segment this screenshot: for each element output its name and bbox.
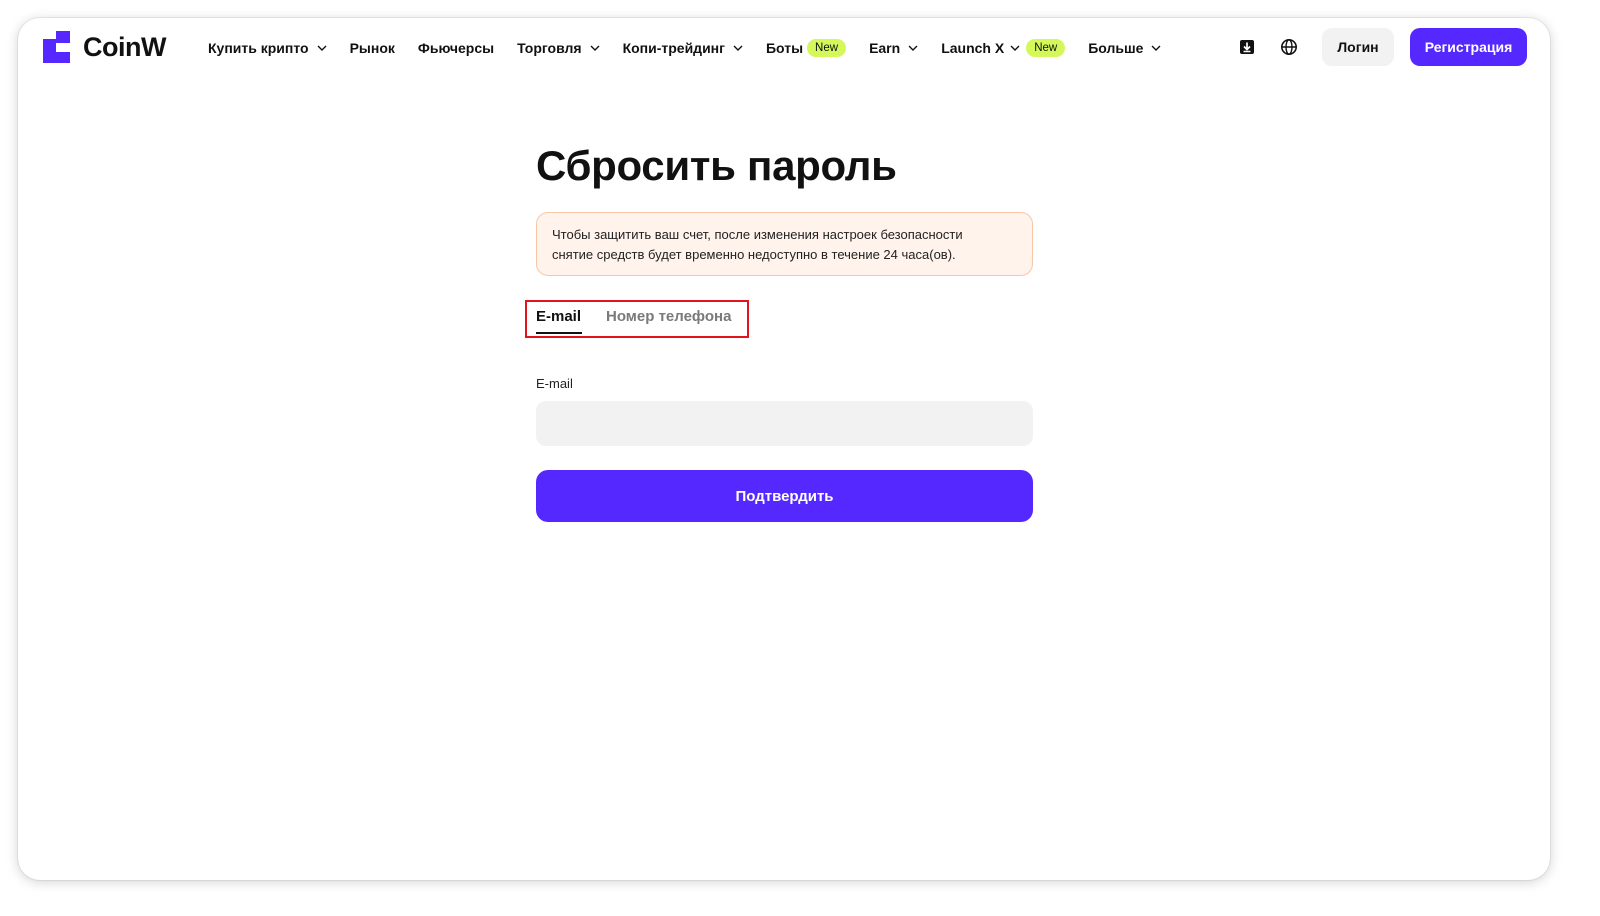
chevron-down-icon xyxy=(590,45,600,51)
chevron-down-icon xyxy=(908,45,918,51)
nav-launch-x-label: Launch X xyxy=(941,40,1005,56)
nav-copy-trading-label: Копи-трейдинг xyxy=(622,40,725,56)
nav-earn-label: Earn xyxy=(869,40,901,56)
download-icon[interactable] xyxy=(1238,38,1256,56)
page-title: Сбросить пароль xyxy=(536,142,897,189)
nav-futures[interactable]: Фьючерсы xyxy=(418,40,494,56)
nav-trade[interactable]: Торговля xyxy=(517,40,600,56)
logo-text: CoinW xyxy=(83,31,166,62)
nav-launch-x[interactable]: Launch X New xyxy=(941,39,1066,57)
nav-buy-crypto-label: Купить крипто xyxy=(208,40,309,56)
nav-earn[interactable]: Earn xyxy=(869,40,918,56)
active-tab-underline xyxy=(536,332,582,334)
register-button[interactable]: Регистрация xyxy=(1410,28,1527,66)
email-input[interactable] xyxy=(536,401,1033,446)
tab-email[interactable]: E-mail xyxy=(536,308,581,325)
nav-bots[interactable]: Боты New xyxy=(765,39,847,57)
main-nav: Купить крипто Рынок Фьючерсы Торговля Ко… xyxy=(208,18,1184,78)
nav-buy-crypto[interactable]: Купить крипто xyxy=(208,40,327,56)
confirm-button[interactable]: Подтвердить xyxy=(536,470,1033,522)
tab-phone-number[interactable]: Номер телефона xyxy=(606,308,731,325)
email-field-label: E-mail xyxy=(536,376,573,391)
new-badge: New xyxy=(1026,39,1066,57)
nav-trade-label: Торговля xyxy=(517,40,582,56)
chevron-down-icon xyxy=(317,45,327,51)
globe-icon[interactable] xyxy=(1280,38,1298,56)
nav-bots-label: Боты xyxy=(765,40,804,56)
nav-copy-trading[interactable]: Копи-трейдинг xyxy=(623,40,743,56)
nav-more[interactable]: Больше xyxy=(1088,40,1161,56)
new-badge: New xyxy=(807,39,847,57)
notice-line-1: Чтобы защитить ваш счет, после изменения… xyxy=(552,227,963,242)
nav-market[interactable]: Рынок xyxy=(350,40,395,56)
nav-more-label: Больше xyxy=(1088,40,1144,56)
coinw-logo[interactable]: CoinW xyxy=(43,30,166,64)
browser-window: CoinW Купить крипто Рынок Фьючерсы Торго… xyxy=(18,18,1550,880)
login-button[interactable]: Логин xyxy=(1322,28,1394,66)
notice-line-2: снятие средств будет временно недоступно… xyxy=(552,247,956,262)
chevron-down-icon xyxy=(1151,45,1161,51)
coinw-logo-icon xyxy=(43,31,70,63)
chevron-down-icon xyxy=(733,45,743,51)
security-notice: Чтобы защитить ваш счет, после изменения… xyxy=(536,212,1033,276)
top-header: CoinW Купить крипто Рынок Фьючерсы Торго… xyxy=(18,18,1550,78)
nav-futures-label: Фьючерсы xyxy=(417,40,495,56)
nav-market-label: Рынок xyxy=(349,40,395,56)
chevron-down-icon xyxy=(1010,45,1020,51)
